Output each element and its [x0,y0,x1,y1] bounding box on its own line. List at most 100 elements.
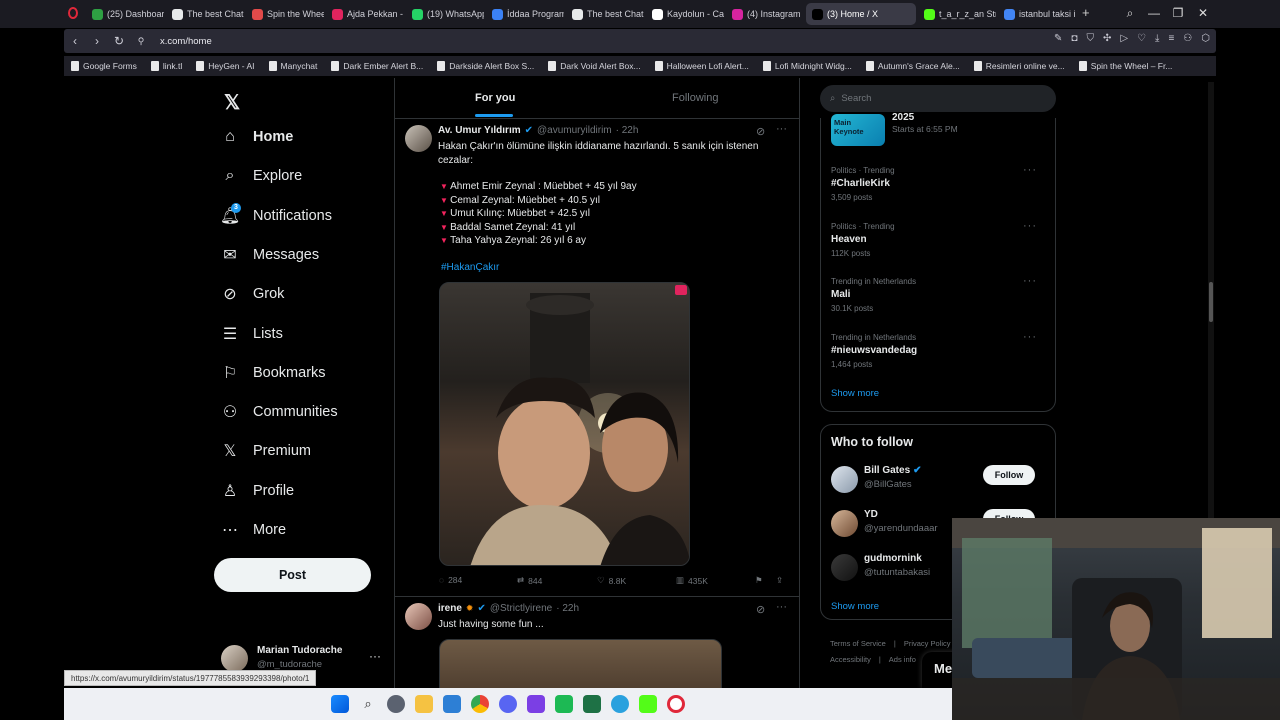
edit-icon[interactable]: ✎ [1054,33,1062,44]
browser-tab[interactable]: (25) Dashboard / [86,3,164,25]
views-button[interactable]: ▥ 435K [676,575,708,586]
opera-icon[interactable] [667,695,685,713]
trend-item[interactable]: Trending in Netherlands Mali 30.1K posts ··… [831,275,1045,313]
play-icon[interactable]: ▷ [1120,33,1128,44]
browser-tab[interactable]: Kaydolun - Cap [646,3,724,25]
grok-icon[interactable]: ⊘ [756,603,765,616]
author-handle[interactable]: @avumuryildirim [537,125,612,136]
bookmark-item[interactable]: Halloween Lofi Alert... [648,61,756,71]
nav-item-communities[interactable]: ⚇ Communities [221,403,338,421]
shield-icon[interactable]: ⛉ [1086,33,1094,44]
share-button[interactable]: ⇪ [776,575,783,586]
search-icon[interactable]: ⌕ [359,695,377,713]
author-name[interactable]: irene [438,603,462,614]
avatar[interactable] [405,603,432,630]
nav-item-profile[interactable]: ♙ Profile [221,482,294,500]
more-dots-icon[interactable]: ··· [1023,331,1037,343]
chrome-icon[interactable] [471,695,489,713]
heart-icon[interactable]: ♡ [1137,33,1146,44]
download-icon[interactable]: ⤓ [1155,33,1159,44]
follow-name[interactable]: Bill Gates [864,465,910,476]
repost-button[interactable]: ⇄ 844 [517,575,542,586]
maximize-icon[interactable]: ❐ [1168,4,1188,22]
trend-item[interactable]: Trending in Netherlands #nieuwsvandedag 1,… [831,331,1045,369]
follow-name[interactable]: YD [864,509,878,520]
tweet-photo[interactable] [439,639,722,688]
bookmark-item[interactable]: Manychat [262,61,325,71]
bookmark-item[interactable]: Darkside Alert Box S... [430,61,541,71]
camera-icon[interactable]: ◘ [1071,33,1077,44]
browser-tab[interactable]: The best ChatBo [566,3,644,25]
reply-button[interactable]: ◌ 284 [439,575,462,585]
nav-item-bookmarks[interactable]: ⚐ Bookmarks [221,364,326,382]
trend-item[interactable]: Politics · Trending Heaven 112K posts ··· [831,220,1045,258]
avatar[interactable] [831,510,858,537]
follow-suggestion[interactable]: Bill Gates ✔ @BillGates Follow [821,465,1055,505]
event-title[interactable]: 2025 [892,112,914,123]
browser-tab[interactable]: Spin the Wheel [246,3,324,25]
hashtag-link[interactable]: #HakanÇakır [441,262,499,273]
author-handle[interactable]: @Strictlyirene [490,603,552,614]
file-explorer-icon[interactable] [415,695,433,713]
bookmark-item[interactable]: Google Forms [64,61,144,71]
account-icon[interactable]: ⚇ [1183,33,1192,44]
tweet-time[interactable]: · 22h [616,125,639,136]
photos-icon[interactable] [443,695,461,713]
nav-item-premium[interactable]: 𝕏 Premium [221,442,311,460]
more-dots-icon[interactable]: ··· [1023,220,1037,232]
author-name[interactable]: Av. Umur Yıldırım [438,125,521,136]
accessibility-link[interactable]: Accessibility [830,655,871,664]
bookmark-item[interactable]: HeyGen - AI [189,61,261,71]
nav-item-lists[interactable]: ☰ Lists [221,325,283,343]
bookmark-item[interactable]: Spin the Wheel – Fr... [1072,61,1180,71]
show-more-follow-link[interactable]: Show more [831,601,879,612]
windows-start-icon[interactable] [331,695,349,713]
ads-info-link[interactable]: Ads info [889,655,916,664]
more-dots-icon[interactable]: ··· [369,649,381,663]
nav-item-home[interactable]: ⌂ Home [221,128,293,146]
app-icon[interactable] [527,695,545,713]
search-input[interactable]: ⌕ Search [820,85,1056,112]
forward-icon[interactable]: › [86,34,108,48]
browser-tab[interactable]: istanbul taksi ind [998,3,1076,25]
site-info-icon[interactable]: ⚲ [130,36,152,47]
extension-icon[interactable]: ✣ [1103,33,1111,44]
follow-button[interactable]: Follow [983,465,1035,485]
more-dots-icon[interactable]: ··· [776,123,787,135]
tab-for-you[interactable]: For you [475,92,515,104]
back-icon[interactable]: ‹ [64,34,86,48]
bookmark-tweet-button[interactable]: ⚑ [755,575,763,586]
avatar[interactable] [831,466,858,493]
browser-tab[interactable]: (19) WhatsApp [406,3,484,25]
trend-item[interactable]: Politics · Trending #CharlieKirk 3,509 pos… [831,164,1045,202]
tab-following[interactable]: Following [672,92,718,104]
like-button[interactable]: ♡ 8.8K [597,575,626,586]
event-thumbnail[interactable]: Main Keynote [831,114,885,146]
tweet-photo[interactable] [439,282,690,566]
show-more-trends-link[interactable]: Show more [831,388,879,399]
bookmark-item[interactable]: Dark Void Alert Box... [541,61,647,71]
bookmark-item[interactable]: Lofi Midnight Widg... [756,61,859,71]
more-dots-icon[interactable]: ··· [1023,275,1037,287]
app-green-icon[interactable] [555,695,573,713]
scrollbar-thumb[interactable] [1209,282,1213,322]
post-button[interactable]: Post [214,558,371,592]
cube-icon[interactable]: ⬡ [1201,33,1210,44]
bookmark-item[interactable]: Resimleri online ve... [967,61,1072,71]
minimize-icon[interactable]: — [1144,4,1164,22]
nav-item-notifications[interactable]: 🔔︎ 3 Notifications [220,202,332,225]
nav-item-grok[interactable]: ⊘ Grok [221,285,284,303]
browser-tab[interactable]: (4) Instagram [726,3,804,25]
bookmark-item[interactable]: Autumn's Grace Ale... [859,61,967,71]
tweet-time[interactable]: · 22h [556,603,579,614]
close-window-icon[interactable]: ✕ [1193,4,1213,22]
tweet[interactable]: irene ✹ ✔ @Strictlyirene · 22h ⊘ ··· Jus… [395,597,800,688]
browser-tab[interactable]: t_a_r_z_an Strea [918,3,996,25]
nav-item-messages[interactable]: ✉ Messages [221,246,319,264]
grok-icon[interactable]: ⊘ [756,125,765,138]
bookmark-item[interactable]: Dark Ember Alert B... [324,61,430,71]
avatar[interactable] [831,554,858,581]
excel-icon[interactable] [583,695,601,713]
browser-tab[interactable]: İddaa Programı [486,3,564,25]
privacy-link[interactable]: Privacy Policy [904,639,951,648]
